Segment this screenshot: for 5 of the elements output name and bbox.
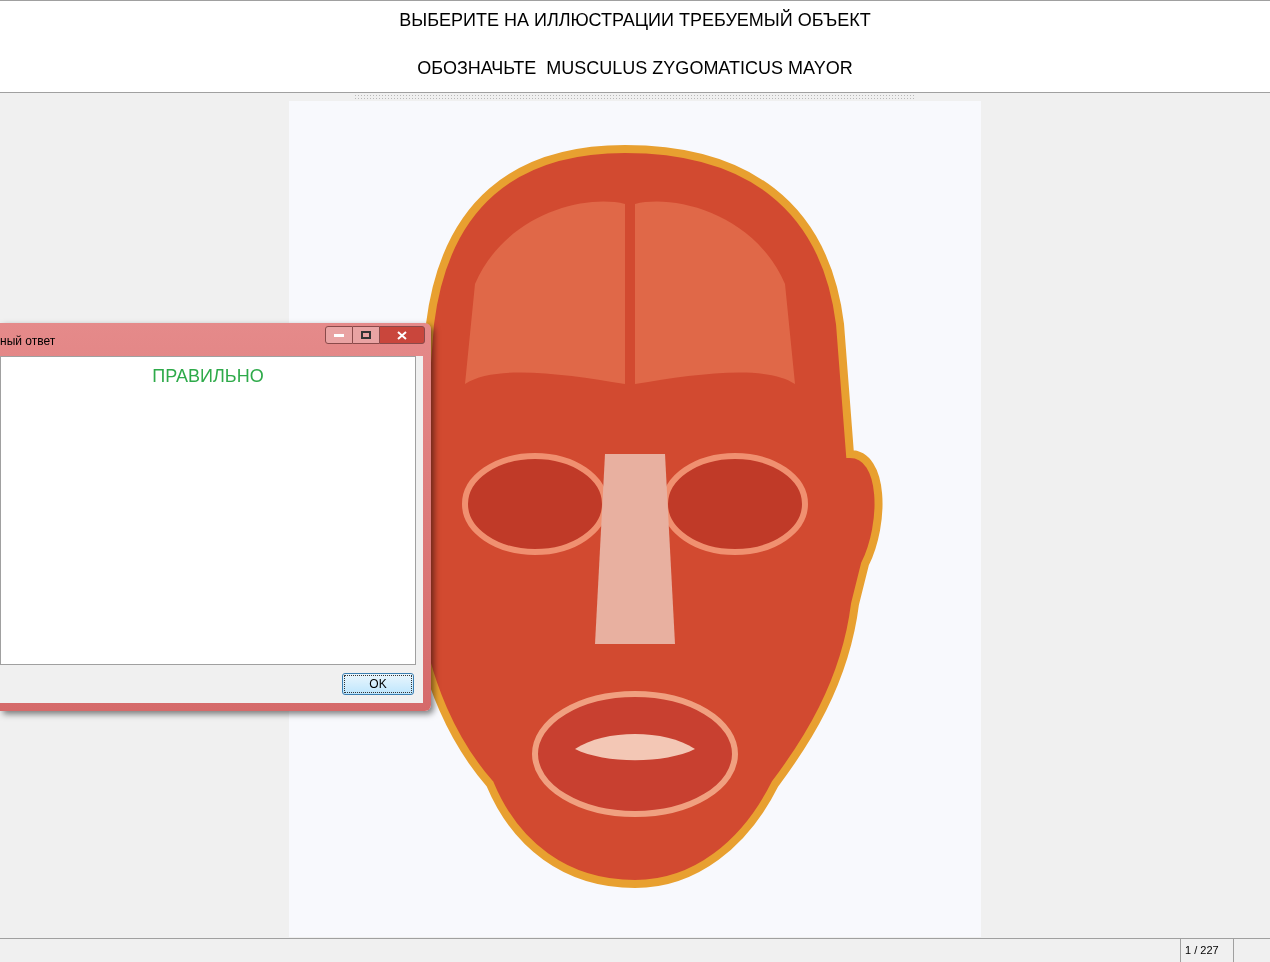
page-counter: 1 / 227 (1180, 939, 1234, 962)
dialog-title: ный ответ (0, 333, 56, 350)
result-text: ПРАВИЛЬНО (152, 365, 264, 385)
task-text: ОБОЗНАЧЬТЕ MUSCULUS ZYGOMATICUS MAYOR (417, 57, 853, 80)
instruction-text: ВЫБЕРИТЕ НА ИЛЛЮСТРАЦИИ ТРЕБУЕМЫЙ ОБЪЕКТ (399, 8, 871, 32)
